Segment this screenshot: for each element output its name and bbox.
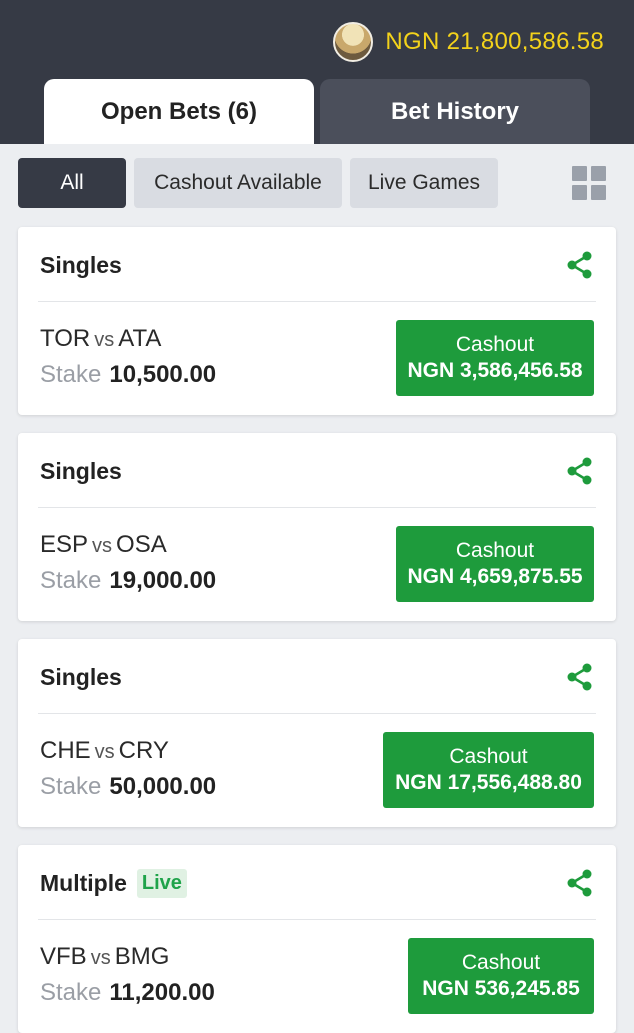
- divider: [38, 301, 596, 302]
- match-teams: CHE vs CRY: [40, 737, 169, 765]
- cashout-amount: NGN 536,245.85: [422, 977, 580, 1000]
- bet-type: Singles: [40, 251, 122, 278]
- stake-row: Stake 10,500.00: [40, 361, 216, 389]
- bet-tabs: Open Bets (6) Bet History: [44, 79, 590, 144]
- match-teams: VFB vs BMG: [40, 943, 169, 971]
- cashout-amount: NGN 17,556,488.80: [395, 771, 582, 794]
- cashout-button[interactable]: Cashout NGN 536,245.85: [408, 938, 594, 1014]
- home-team: TOR: [40, 325, 91, 352]
- live-badge: Live: [136, 868, 187, 898]
- away-team: ATA: [118, 325, 162, 352]
- match-teams: TOR vs ATA: [40, 325, 161, 353]
- bet-card: Singles CHE vs CRY Stake 50,000.00 Cashout …: [18, 639, 616, 827]
- stake-row: Stake 50,000.00: [40, 773, 216, 801]
- share-icon[interactable]: [564, 249, 596, 281]
- avatar[interactable]: [333, 22, 374, 62]
- vs-label: vs: [94, 329, 115, 351]
- filter-live-games[interactable]: Live Games: [350, 158, 498, 208]
- cashout-amount: NGN 4,659,875.55: [407, 565, 583, 588]
- tab-bet-history[interactable]: Bet History: [320, 79, 590, 144]
- filter-bar: All Cashout Available Live Games: [18, 158, 618, 208]
- divider: [38, 507, 596, 508]
- cashout-label: Cashout: [461, 951, 541, 974]
- stake-amount: 10,500.00: [109, 361, 217, 388]
- cashout-label: Cashout: [455, 539, 535, 562]
- bet-type: Singles: [40, 457, 122, 484]
- cashout-button[interactable]: Cashout NGN 3,586,456.58: [396, 320, 594, 396]
- bet-type: Singles: [40, 663, 122, 690]
- account-balance[interactable]: NGN 21,800,586.58: [333, 22, 604, 62]
- stake-amount: 11,200.00: [109, 979, 215, 1006]
- vs-label: vs: [92, 535, 113, 557]
- grid-view-icon[interactable]: [572, 166, 606, 200]
- stake-label: Stake: [40, 979, 102, 1006]
- tab-open-bets[interactable]: Open Bets (6): [44, 79, 314, 144]
- share-icon[interactable]: [564, 455, 596, 487]
- cashout-button[interactable]: Cashout NGN 17,556,488.80: [383, 732, 594, 808]
- share-icon[interactable]: [564, 661, 596, 693]
- bet-card: Singles TOR vs ATA Stake 10,500.00 Cashout …: [18, 227, 616, 415]
- vs-label: vs: [94, 741, 115, 763]
- stake-amount: 19,000.00: [109, 567, 217, 594]
- filter-all[interactable]: All: [18, 158, 126, 208]
- balance-amount: NGN 21,800,586.58: [385, 28, 604, 55]
- vs-label: vs: [90, 947, 111, 969]
- stake-label: Stake: [40, 567, 102, 594]
- top-header: NGN 21,800,586.58 Open Bets (6) Bet Hist…: [0, 0, 634, 144]
- divider: [38, 919, 596, 920]
- cashout-amount: NGN 3,586,456.58: [407, 359, 583, 382]
- stake-row: Stake 11,200.00: [40, 979, 215, 1007]
- stake-label: Stake: [40, 361, 102, 388]
- away-team: OSA: [116, 531, 167, 558]
- bet-card: Multiple Live VFB vs BMG Stake 11,200.00 Ca…: [18, 845, 616, 1033]
- divider: [38, 713, 596, 714]
- away-team: BMG: [114, 943, 170, 970]
- home-team: VFB: [40, 943, 87, 970]
- away-team: CRY: [118, 737, 169, 764]
- bet-card: Singles ESP vs OSA Stake 19,000.00 Cashout …: [18, 433, 616, 621]
- home-team: ESP: [40, 531, 89, 558]
- cashout-label: Cashout: [449, 745, 528, 768]
- filter-cashout-available[interactable]: Cashout Available: [134, 158, 342, 208]
- cashout-button[interactable]: Cashout NGN 4,659,875.55: [396, 526, 594, 602]
- stake-amount: 50,000.00: [109, 773, 217, 800]
- stake-label: Stake: [40, 773, 102, 800]
- match-teams: ESP vs OSA: [40, 531, 167, 559]
- stake-row: Stake 19,000.00: [40, 567, 216, 595]
- home-team: CHE: [40, 737, 91, 764]
- bet-type: Multiple: [40, 869, 127, 896]
- cashout-label: Cashout: [455, 333, 535, 356]
- share-icon[interactable]: [564, 867, 596, 899]
